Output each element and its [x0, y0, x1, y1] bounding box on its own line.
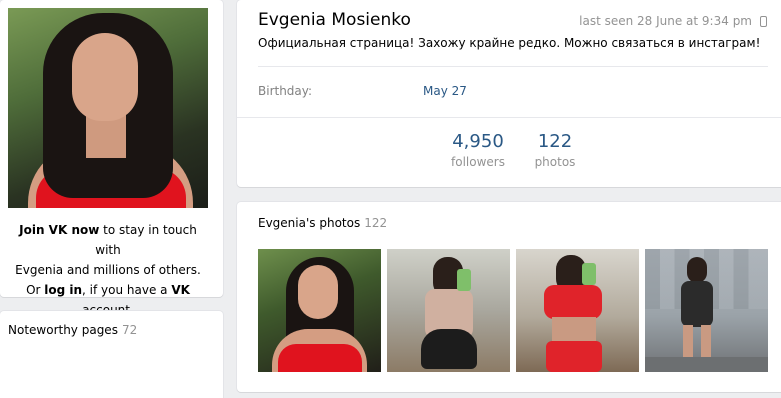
photos-header-count: 122 [364, 216, 388, 230]
photo-face-shape [298, 265, 338, 319]
avatar-face-shape [72, 33, 138, 121]
followers-label: followers [451, 155, 505, 169]
photo-abs-shape [552, 317, 596, 343]
join-text-1: to stay in touch with [95, 223, 197, 257]
photos-counter[interactable]: 122 photos [529, 131, 581, 171]
join-text-3b: , if you have a [82, 283, 172, 297]
followers-count: 4,950 [452, 131, 504, 152]
birthday-value-link[interactable]: May 27 [423, 84, 467, 98]
photo-bench-shape [645, 357, 768, 372]
photos-label: photos [534, 155, 576, 169]
photo-tank-shape [681, 281, 713, 327]
photo-phone-shape [457, 269, 471, 291]
photo-dress-shape [278, 344, 362, 372]
followers-counter[interactable]: 4,950 followers [450, 131, 506, 171]
join-text-2: Evgenia and millions of others. [15, 263, 201, 277]
profile-info-card: Evgenia Mosienko last seen 28 June at 9:… [237, 0, 781, 187]
photos-header[interactable]: Evgenia's photos 122 [258, 216, 387, 230]
profile-avatar[interactable] [8, 8, 208, 208]
mobile-phone-icon [760, 16, 767, 27]
info-divider [258, 66, 768, 67]
log-in-link[interactable]: log in [44, 283, 82, 297]
vk-brand-text: VK [171, 283, 190, 297]
photo-head-shape [687, 257, 707, 283]
profile-avatar-card: Join VK now to stay in touch with Evgeni… [0, 0, 223, 317]
photo-leggings-shape [546, 341, 602, 372]
photos-title: Evgenia's photos [258, 216, 361, 230]
profile-name: Evgenia Mosienko [258, 10, 411, 30]
noteworthy-pages-card: Noteworthy pages 72 [0, 311, 223, 398]
photos-card: Evgenia's photos 122 [237, 202, 781, 392]
join-vk-link[interactable]: Join VK now [19, 223, 99, 237]
photo-thumbnail[interactable] [258, 249, 381, 372]
birthday-label: Birthday: [258, 84, 313, 98]
photo-thumbnail[interactable] [516, 249, 639, 372]
photo-thumbnail[interactable] [645, 249, 768, 372]
join-text-3a: Or [26, 283, 45, 297]
join-prompt: Join VK now to stay in touch with Evgeni… [8, 220, 208, 320]
noteworthy-pages-header[interactable]: Noteworthy pages 72 [8, 323, 137, 337]
counters-divider [237, 117, 781, 118]
photo-thumbnail[interactable] [387, 249, 510, 372]
photos-count: 122 [537, 131, 573, 152]
photo-phone-shape [582, 263, 596, 285]
last-seen-text: last seen 28 June at 9:34 pm [579, 14, 752, 28]
photo-shorts-shape [421, 329, 477, 369]
noteworthy-pages-count: 72 [121, 323, 138, 337]
profile-status: Официальная страница! Захожу крайне редк… [258, 36, 761, 50]
noteworthy-pages-title: Noteworthy pages [8, 323, 118, 337]
photo-top-shape [544, 285, 602, 319]
